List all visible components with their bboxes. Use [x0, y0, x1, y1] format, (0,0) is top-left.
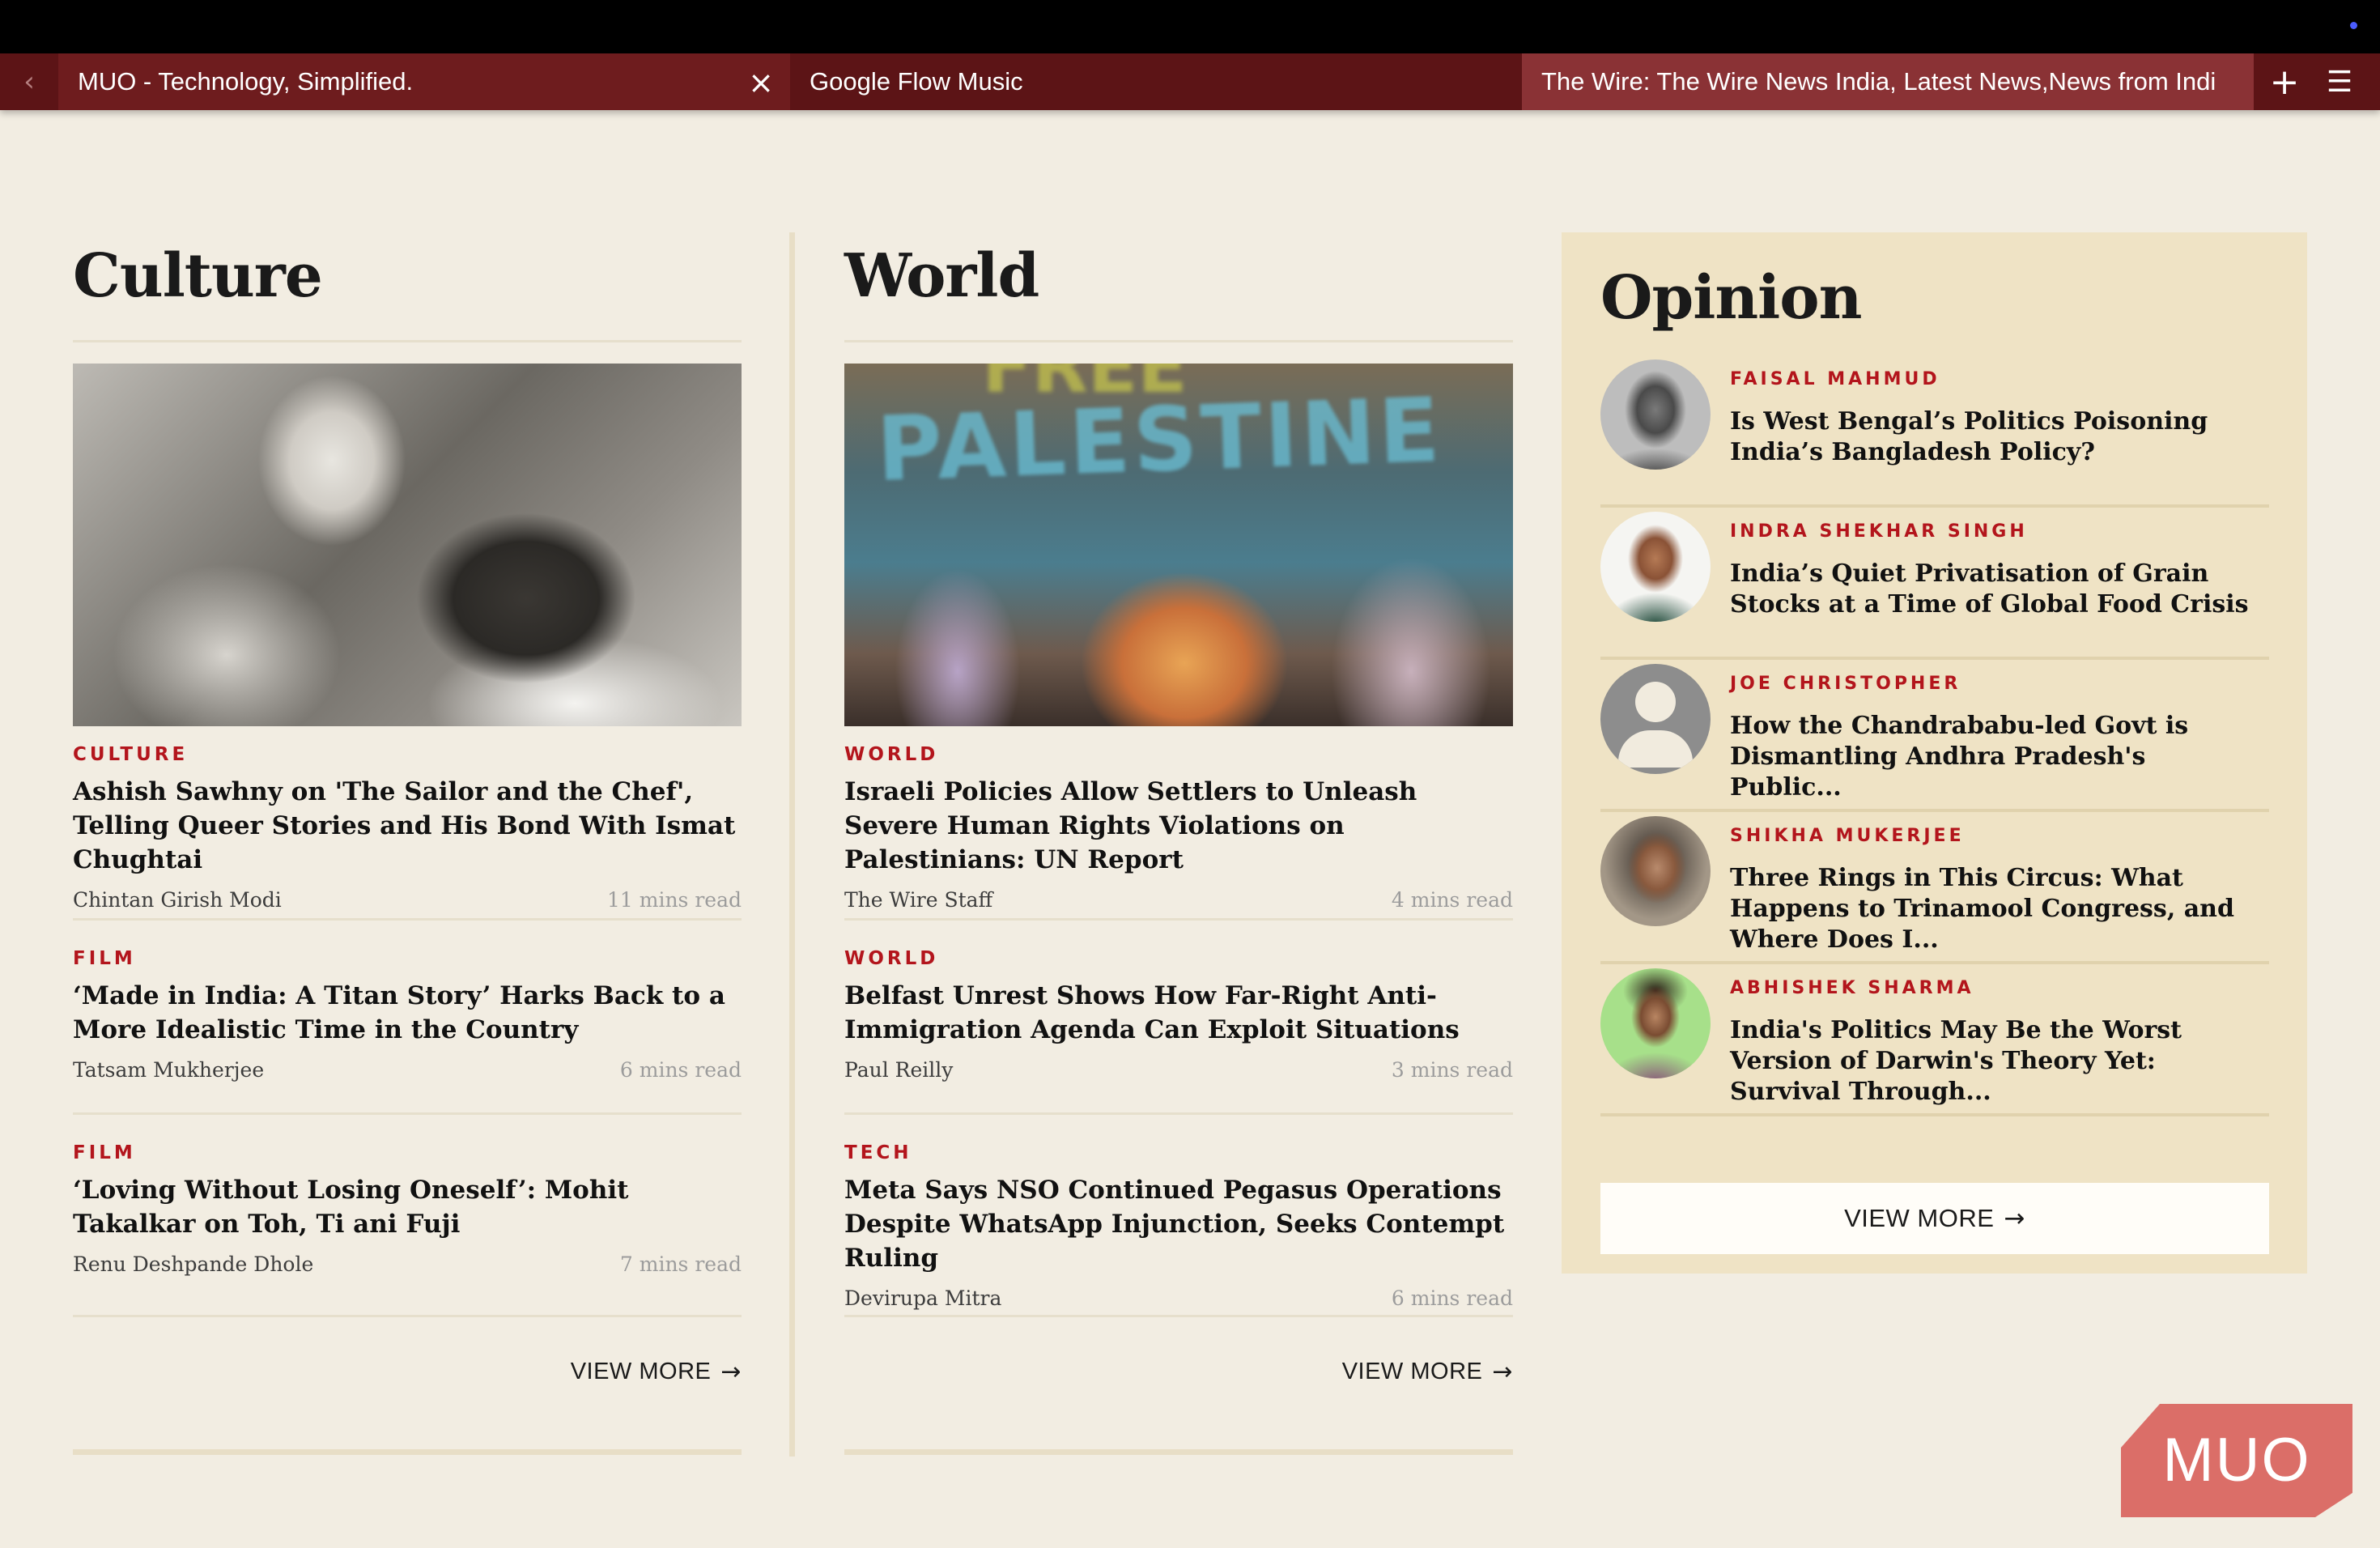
- culture-feature-image[interactable]: [73, 364, 742, 726]
- story-category[interactable]: CULTURE: [73, 744, 742, 765]
- story-author[interactable]: Tatsam Mukherjee: [73, 1058, 264, 1082]
- story-headline[interactable]: Ashish Sawhny on 'The Sailor and the Che…: [73, 775, 742, 877]
- opinion-author[interactable]: ABHISHEK SHARMA: [1730, 978, 1974, 998]
- avatar-body-shape: [1618, 730, 1693, 768]
- tab-google-flow-music[interactable]: Google Flow Music: [790, 53, 1522, 110]
- muo-logo: MUO: [2121, 1404, 2352, 1517]
- story-item[interactable]: FILM ‘Loving Without Losing Oneself’: Mo…: [73, 1115, 742, 1317]
- tab-label: Google Flow Music: [810, 67, 1023, 96]
- story-author[interactable]: Renu Deshpande Dhole: [73, 1252, 313, 1276]
- divider: [844, 340, 1513, 342]
- story-item[interactable]: WORLD Israeli Policies Allow Settlers to…: [844, 726, 1513, 921]
- tab-label: MUO - Technology, Simplified.: [78, 67, 414, 96]
- opinion-headline[interactable]: India's Politics May Be the Worst Versio…: [1730, 1015, 2264, 1108]
- opinion-item[interactable]: ABHISHEK SHARMA India's Politics May Be …: [1600, 967, 2269, 1116]
- opinion-author[interactable]: SHIKHA MUKERJEE: [1730, 826, 1965, 846]
- opinion-author[interactable]: JOE CHRISTOPHER: [1730, 674, 1961, 694]
- story-read-time: 6 mins read: [619, 1058, 742, 1082]
- story-author[interactable]: Paul Reilly: [844, 1058, 953, 1082]
- opinion-headline[interactable]: How the Chandrababu-led Govt is Dismantl…: [1730, 711, 2264, 803]
- divider: [73, 340, 742, 342]
- story-category[interactable]: FILM: [73, 1142, 742, 1163]
- story-item[interactable]: CULTURE Ashish Sawhny on 'The Sailor and…: [73, 726, 742, 921]
- top-black-bar: [0, 0, 2380, 53]
- plus-icon[interactable]: +: [2260, 53, 2309, 110]
- logo-text: MUO: [2162, 1426, 2310, 1495]
- section-title: Culture: [73, 241, 323, 311]
- section-title: Opinion: [1600, 263, 1862, 333]
- story-item[interactable]: FILM ‘Made in India: A Titan Story’ Hark…: [73, 921, 742, 1115]
- story-meta: Paul Reilly 3 mins read: [844, 1058, 1513, 1082]
- opinion-item[interactable]: INDRA SHEKHAR SINGH India’s Quiet Privat…: [1600, 510, 2269, 660]
- world-feature-image[interactable]: FREE PALESTINE: [844, 364, 1513, 726]
- tab-label: The Wire: The Wire News India, Latest Ne…: [1541, 67, 2216, 96]
- opinion-headline[interactable]: Three Rings in This Circus: What Happens…: [1730, 863, 2264, 955]
- tab-the-wire[interactable]: The Wire: The Wire News India, Latest Ne…: [1522, 53, 2254, 110]
- column-divider: [789, 232, 795, 1457]
- culture-section: Culture CULTURE Ashish Sawhny on 'The Sa…: [73, 227, 742, 1386]
- story-read-time: 7 mins read: [619, 1252, 742, 1276]
- story-headline[interactable]: ‘Made in India: A Titan Story’ Harks Bac…: [73, 979, 742, 1047]
- tab-muo[interactable]: MUO - Technology, Simplified. ×: [58, 53, 790, 110]
- view-more-label: VIEW MORE: [1341, 1359, 1483, 1384]
- story-read-time: 4 mins read: [1391, 888, 1513, 912]
- opinion-author[interactable]: INDRA SHEKHAR SINGH: [1730, 521, 2028, 542]
- opinion-headline[interactable]: India’s Quiet Privatisation of Grain Sto…: [1730, 559, 2264, 620]
- default-user-avatar-icon[interactable]: [1600, 664, 1711, 774]
- divider: [844, 1449, 1513, 1455]
- story-author[interactable]: Chintan Girish Modi: [73, 888, 282, 912]
- story-meta: Chintan Girish Modi 11 mins read: [73, 888, 742, 912]
- avatar[interactable]: [1600, 816, 1711, 926]
- view-more-label: VIEW MORE: [1844, 1204, 1995, 1232]
- status-dot-icon: [2350, 22, 2357, 29]
- opinion-section: Opinion FAISAL MAHMUD Is West Bengal’s P…: [1562, 232, 2307, 1274]
- chevron-left-icon[interactable]: ‹: [0, 53, 58, 110]
- avatar[interactable]: [1600, 968, 1711, 1078]
- avatar[interactable]: [1600, 512, 1711, 622]
- avatar[interactable]: [1600, 359, 1711, 470]
- hamburger-menu-icon[interactable]: ☰: [2315, 53, 2364, 110]
- opinion-item[interactable]: SHIKHA MUKERJEE Three Rings in This Circ…: [1600, 814, 2269, 964]
- arrow-right-icon: →: [1492, 1358, 1513, 1386]
- opinion-item[interactable]: FAISAL MAHMUD Is West Bengal’s Politics …: [1600, 358, 2269, 508]
- view-more-label: VIEW MORE: [570, 1359, 712, 1384]
- story-headline[interactable]: Meta Says NSO Continued Pegasus Operatio…: [844, 1173, 1513, 1275]
- opinion-item[interactable]: JOE CHRISTOPHER How the Chandrababu-led …: [1600, 662, 2269, 812]
- story-author[interactable]: The Wire Staff: [844, 888, 992, 912]
- arrow-right-icon: →: [2004, 1204, 2025, 1233]
- story-category[interactable]: WORLD: [844, 744, 1513, 765]
- story-category[interactable]: FILM: [73, 948, 742, 969]
- story-headline[interactable]: ‘Loving Without Losing Oneself’: Mohit T…: [73, 1173, 742, 1241]
- story-headline[interactable]: Israeli Policies Allow Settlers to Unlea…: [844, 775, 1513, 877]
- image-sign-text: PALESTINE: [874, 377, 1445, 502]
- avatar-head-shape: [1635, 682, 1676, 722]
- story-category[interactable]: TECH: [844, 1142, 1513, 1163]
- story-headline[interactable]: Belfast Unrest Shows How Far-Right Anti-…: [844, 979, 1513, 1047]
- opinion-view-more-button[interactable]: VIEW MORE →: [1600, 1183, 2269, 1254]
- story-author[interactable]: Devirupa Mitra: [844, 1286, 1001, 1310]
- section-title: World: [844, 241, 1039, 311]
- browser-tab-strip: ‹ MUO - Technology, Simplified. × Google…: [0, 53, 2380, 110]
- story-meta: Devirupa Mitra 6 mins read: [844, 1286, 1513, 1310]
- world-view-more-button[interactable]: VIEW MORE →: [844, 1358, 1513, 1386]
- story-item[interactable]: WORLD Belfast Unrest Shows How Far-Right…: [844, 921, 1513, 1115]
- culture-view-more-button[interactable]: VIEW MORE →: [73, 1358, 742, 1386]
- arrow-right-icon: →: [720, 1358, 742, 1386]
- world-section: World FREE PALESTINE WORLD Israeli Polic…: [844, 227, 1513, 1386]
- divider: [73, 1449, 742, 1455]
- story-meta: The Wire Staff 4 mins read: [844, 888, 1513, 912]
- story-item[interactable]: TECH Meta Says NSO Continued Pegasus Ope…: [844, 1115, 1513, 1317]
- close-icon[interactable]: ×: [748, 65, 774, 100]
- story-read-time: 3 mins read: [1391, 1058, 1513, 1082]
- story-meta: Tatsam Mukherjee 6 mins read: [73, 1058, 742, 1082]
- story-meta: Renu Deshpande Dhole 7 mins read: [73, 1252, 742, 1276]
- story-read-time: 6 mins read: [1391, 1286, 1513, 1310]
- story-read-time: 11 mins read: [607, 888, 742, 912]
- opinion-headline[interactable]: Is West Bengal’s Politics Poisoning Indi…: [1730, 406, 2264, 468]
- story-category[interactable]: WORLD: [844, 948, 1513, 969]
- opinion-author[interactable]: FAISAL MAHMUD: [1730, 369, 1940, 389]
